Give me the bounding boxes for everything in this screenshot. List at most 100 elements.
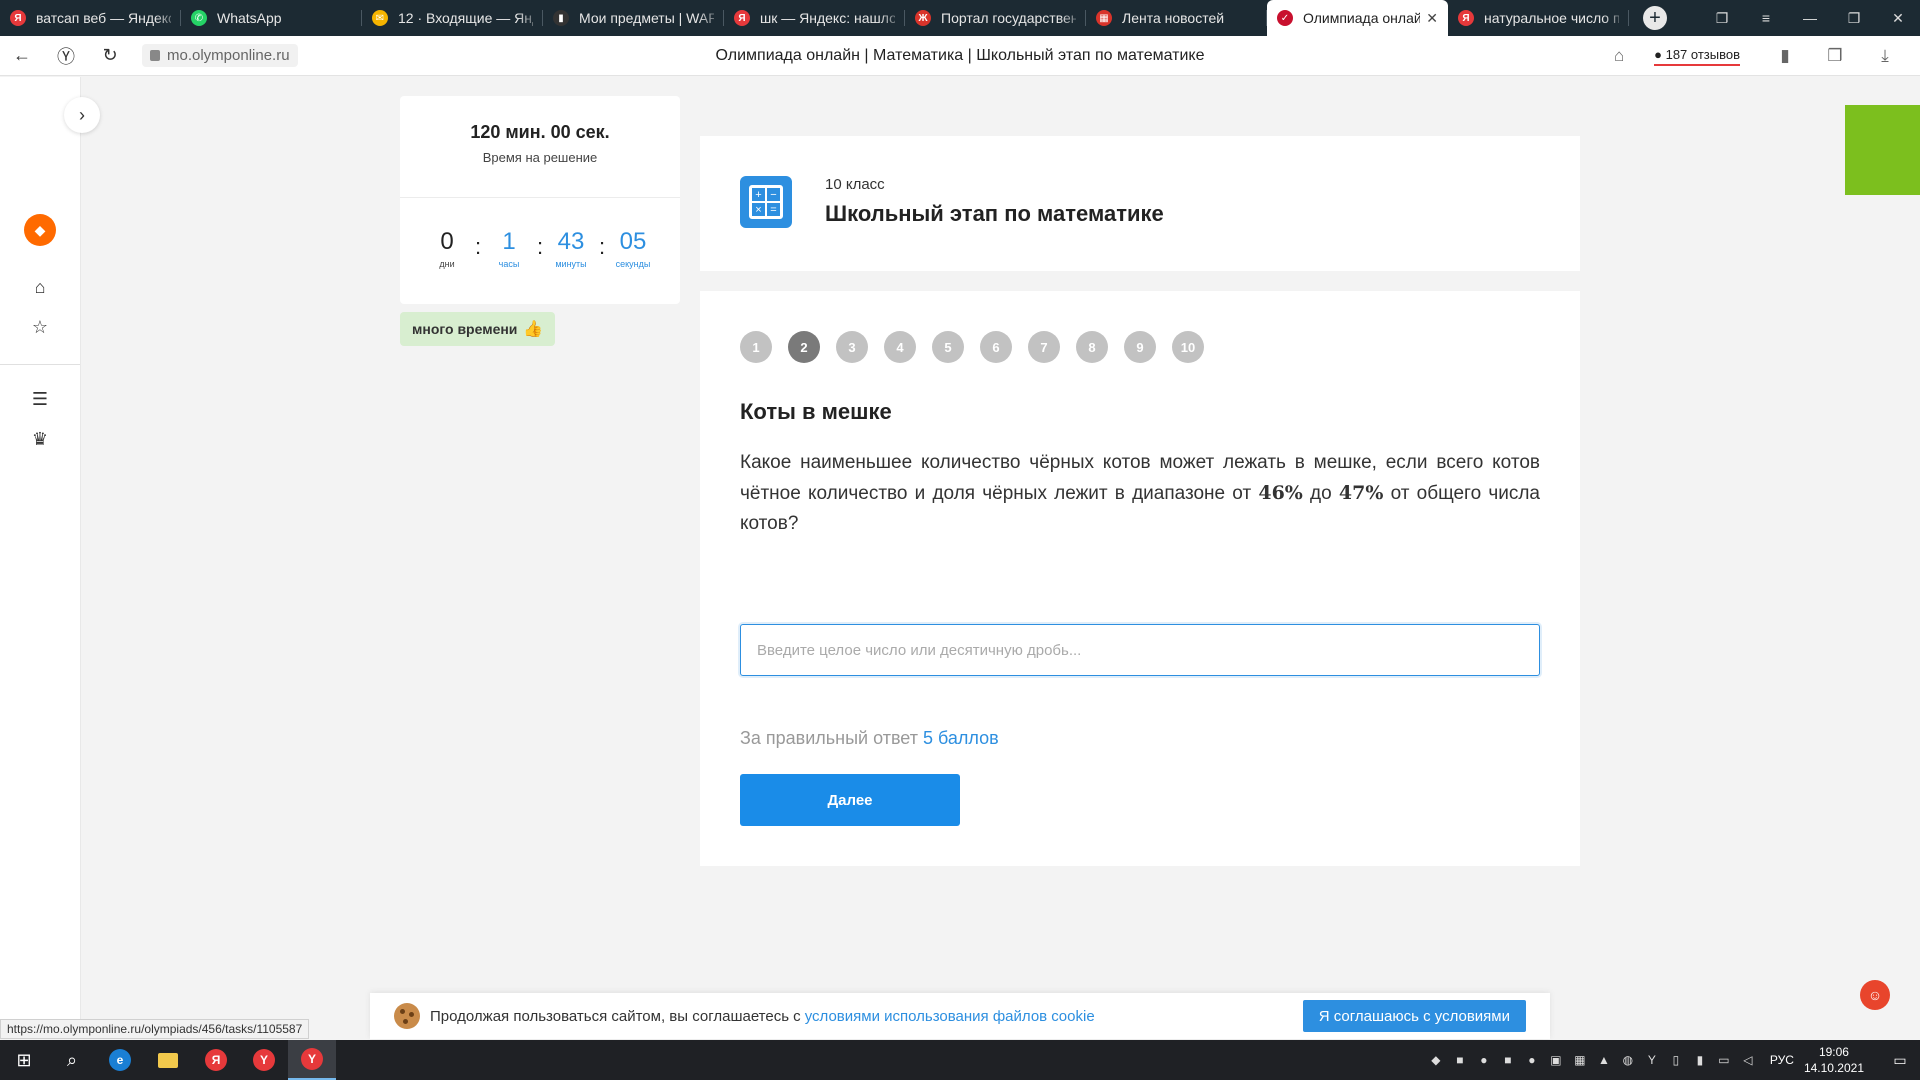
file-explorer-icon[interactable] [144, 1040, 192, 1080]
cookie-text: Продолжая пользоваться сайтом, вы соглаш… [430, 1007, 801, 1025]
back-icon[interactable]: ← [0, 45, 44, 66]
browser-tab[interactable]: ✓ Олимпиада онлайн ✕ [1267, 0, 1448, 36]
volume-icon[interactable]: ◁ [1736, 1053, 1760, 1067]
star-icon[interactable]: ☆ [28, 315, 52, 339]
browser-tab[interactable]: ✆ WhatsApp [181, 0, 362, 36]
thumbs-up-icon: 👍 [523, 321, 544, 338]
grade-label: 10 класс [825, 176, 885, 193]
shield-icon[interactable]: ◆ [1424, 1053, 1448, 1067]
task-number-10[interactable]: 10 [1172, 331, 1204, 363]
network-icon[interactable]: ▭ [1712, 1053, 1736, 1067]
days-label: дни [439, 259, 455, 269]
minimize-icon[interactable]: — [1788, 10, 1832, 26]
tab-title: ватсап веб — Яндекс [36, 10, 171, 26]
site-logo-icon[interactable]: ◆ [24, 214, 56, 246]
search-icon[interactable]: ⌕ [48, 1040, 96, 1080]
browser-tab[interactable]: ▦ Лента новостей [1086, 0, 1267, 36]
yandex-browser-active-icon[interactable]: Y [288, 1040, 336, 1080]
time-status-badge: много времени 👍 [400, 312, 556, 346]
tab-title: натуральное число п [1484, 10, 1619, 26]
restore-icon[interactable]: ❐ [1832, 10, 1876, 27]
tray-app-icon[interactable]: ● [1520, 1053, 1544, 1067]
window-controls: ❐ ≡ — ❐ ✕ [1700, 0, 1920, 36]
nvidia-icon[interactable]: ▲ [1592, 1053, 1616, 1067]
countdown-days: 0 дни [424, 228, 470, 269]
browser-tab[interactable]: Яшк — Яндекс: нашлос [724, 0, 905, 36]
task-number-9[interactable]: 9 [1124, 331, 1156, 363]
cookie-accept-button[interactable]: Я соглашаюсь с условиями [1302, 1000, 1526, 1032]
tabs-menu-icon[interactable]: ❐ [1700, 10, 1744, 27]
browser-tab[interactable]: Янатуральное число п [1448, 0, 1629, 36]
clock-time: 19:06 [1818, 1045, 1849, 1059]
tray-app-icon[interactable]: ▦ [1568, 1053, 1592, 1067]
tab-fade [1241, 0, 1267, 36]
tab-favicon-icon: ▮ [553, 10, 569, 26]
cookie-policy-link[interactable]: условиями использования файлов cookie [805, 1008, 1095, 1025]
task-number-4[interactable]: 4 [884, 331, 916, 363]
next-button[interactable]: Далее [740, 774, 960, 826]
support-chat-icon[interactable]: ☺ [1860, 980, 1890, 1010]
task-number-6[interactable]: 6 [980, 331, 1012, 363]
usb-icon[interactable]: ▯ [1664, 1053, 1688, 1067]
notifications-icon[interactable]: ▭ [1880, 1052, 1920, 1069]
yandex-browser-icon[interactable]: Y [240, 1040, 288, 1080]
collections-icon[interactable]: ❒ [1820, 46, 1850, 66]
task-number-8[interactable]: 8 [1076, 331, 1108, 363]
answer-input[interactable] [740, 624, 1540, 676]
bookmark-icon[interactable]: ▮ [1770, 46, 1800, 66]
browser-tab[interactable]: ▮ Мои предметы | WAR [543, 0, 724, 36]
tray-app-icon[interactable]: ▣ [1544, 1053, 1568, 1067]
menu-icon[interactable]: ≡ [1744, 10, 1788, 26]
os-taskbar: ⊞ ⌕ e Я Y Y ◆ ■ ● ■ ● ▣ ▦ ▲ ◍ Y ▯ ▮ ▭ ◁ … [0, 1040, 1920, 1080]
list-icon[interactable]: ☰ [28, 387, 52, 411]
tray-app-icon[interactable]: Y [1640, 1053, 1664, 1067]
edge-icon[interactable]: e [96, 1040, 144, 1080]
reviews-badge[interactable]: ● 187 отзывов [1654, 47, 1740, 66]
tab-fade [1603, 0, 1629, 36]
hours-value: 1 [502, 228, 516, 255]
download-icon[interactable]: ⤓ [1870, 46, 1900, 66]
protect-icon[interactable]: ⌂ [1604, 46, 1634, 66]
cookie-icon [394, 1003, 420, 1029]
points-value: 5 баллов [922, 728, 999, 748]
chevron-right-icon[interactable]: › [64, 97, 100, 133]
trophy-icon[interactable]: ♛ [28, 427, 52, 451]
task-number-2[interactable]: 2 [788, 331, 820, 363]
tray-app-icon[interactable]: ● [1472, 1053, 1496, 1067]
browser-tab[interactable]: Ж Портал государствен [905, 0, 1086, 36]
task-number-1[interactable]: 1 [740, 331, 772, 363]
tab-favicon-icon: Я [734, 10, 750, 26]
timer-caption: Время на решение [482, 150, 598, 165]
url-field[interactable]: mo.olymponline.ru [142, 44, 298, 67]
tab-favicon-icon: ▦ [1096, 10, 1112, 26]
sidebar-divider [0, 364, 80, 365]
yandex-app-icon[interactable]: Я [192, 1040, 240, 1080]
task-number-3[interactable]: 3 [836, 331, 868, 363]
days-value: 0 [440, 228, 454, 255]
task-card: 1 2 3 4 5 6 7 8 9 10 Коты в мешке Какое наименьше… [700, 291, 1580, 866]
side-banner[interactable] [1845, 105, 1920, 195]
tray-app-icon[interactable]: ◍ [1616, 1053, 1640, 1067]
microphone-icon[interactable]: ▮ [1688, 1053, 1712, 1067]
tab-list: Яватсап веб — Яндекс ✆ WhatsApp ✉ 12 · Входя… [0, 0, 1629, 36]
language-indicator[interactable]: РУС [1770, 1053, 1794, 1067]
browser-tab[interactable]: ✉ 12 · Входящие — Янде [362, 0, 543, 36]
tray-app-icon[interactable]: ■ [1496, 1053, 1520, 1067]
close-tab-icon[interactable]: ✕ [1426, 10, 1438, 27]
windows-start-icon[interactable]: ⊞ [0, 1040, 48, 1080]
home-icon[interactable]: ⌂ [28, 275, 52, 299]
tab-favicon-icon: Я [10, 10, 26, 26]
yandex-icon[interactable]: Ⓨ [44, 43, 88, 69]
tab-fade [155, 0, 181, 36]
address-bar-right: ⌂ ● 187 отзывов ▮ ❒ ⤓ [1604, 36, 1920, 76]
browser-tab[interactable]: Яватсап веб — Яндекс [0, 0, 181, 36]
reload-icon[interactable]: ↻ [88, 45, 132, 66]
close-window-icon[interactable]: ✕ [1876, 10, 1920, 27]
tray-app-icon[interactable]: ■ [1448, 1053, 1472, 1067]
task-number-5[interactable]: 5 [932, 331, 964, 363]
tab-fade [698, 0, 724, 36]
clock[interactable]: 19:06 14.10.2021 [1804, 1044, 1864, 1076]
task-number-7[interactable]: 7 [1028, 331, 1060, 363]
olympiad-header-card: + − × = 10 класс Школьный этап по математик… [700, 136, 1580, 271]
new-tab-button[interactable]: + [1643, 6, 1667, 30]
